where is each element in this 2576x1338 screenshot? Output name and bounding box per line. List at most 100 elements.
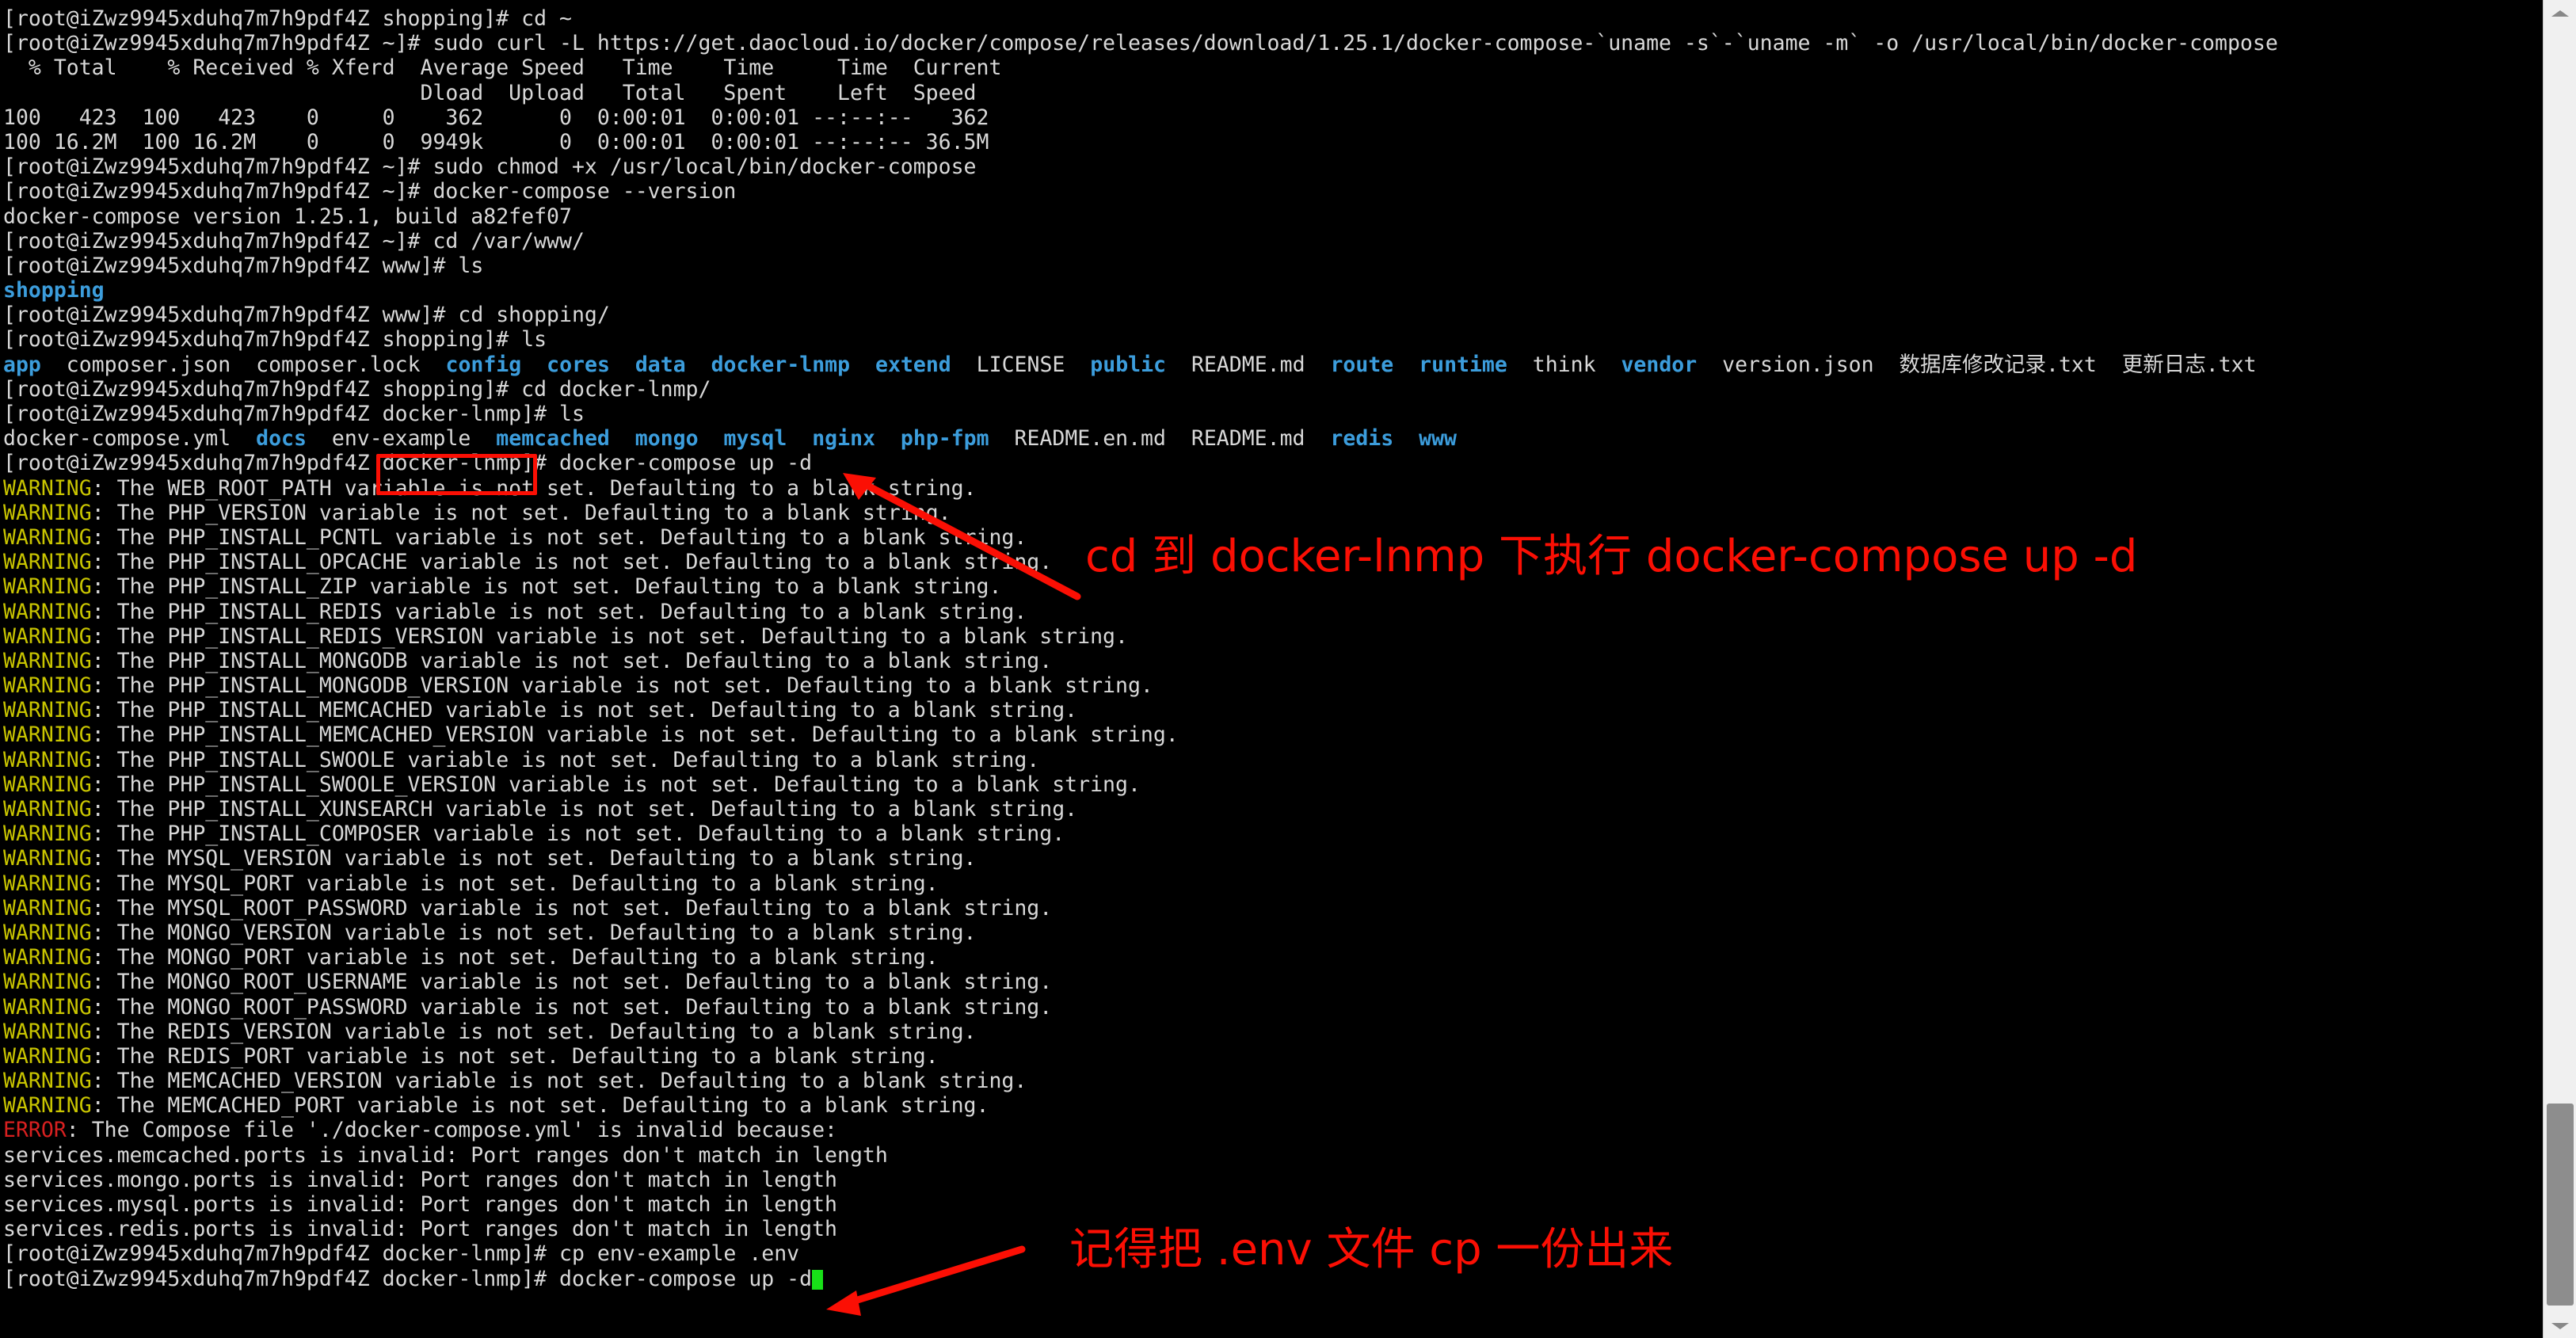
output-text: % Total % Received % Xferd Average Speed… [3, 55, 1002, 81]
ls-directory-entry: app [3, 352, 41, 377]
ls-directory-entry: public [1090, 352, 1167, 377]
warning-text: : The PHP_INSTALL_MONGODB variable is no… [91, 648, 1053, 673]
warning-text: : The PHP_INSTALL_REDIS variable is not … [91, 599, 1027, 624]
ls-file-entry: version.json [1722, 352, 1874, 377]
ls-directory-entry: shopping [3, 278, 105, 303]
warning-text: : The MONGO_ROOT_USERNAME variable is no… [91, 970, 1053, 995]
warning-text: : The PHP_INSTALL_SWOOLE variable is not… [91, 747, 1040, 772]
terminal-warning-line: WARNING: The MONGO_PORT variable is not … [3, 945, 2543, 970]
terminal-command-line: [root@iZwz9945xduhq7m7h9pdf4Z shopping]#… [3, 377, 2543, 402]
terminal-scrollbar[interactable] [2543, 0, 2576, 1338]
terminal-warning-line: WARNING: The PHP_INSTALL_SWOOLE_VERSION … [3, 772, 2543, 797]
ls-separator [1596, 353, 1621, 377]
ls-separator [1874, 353, 1900, 377]
terminal-output-line: 100 423 100 423 0 0 362 0 0:00:01 0:00:0… [3, 105, 2543, 130]
warning-text: : The PHP_INSTALL_REDIS_VERSION variable… [91, 623, 1128, 649]
shell-command: cd docker-lnmp/ [521, 376, 711, 402]
shell-command: ls [559, 402, 585, 426]
terminal-command-line: [root@iZwz9945xduhq7m7h9pdf4Z docker-lnm… [3, 1267, 2543, 1291]
ls-separator [686, 353, 711, 377]
ls-file-entry: 更新日志.txt [2121, 352, 2257, 377]
terminal-warning-line: WARNING: The MEMCACHED_PORT variable is … [3, 1093, 2543, 1118]
shell-prompt: [root@iZwz9945xduhq7m7h9pdf4Z docker-lnm… [3, 1241, 559, 1267]
warning-label: WARNING [3, 673, 92, 699]
terminal-command-line: [root@iZwz9945xduhq7m7h9pdf4Z www]# ls [3, 253, 2543, 278]
output-text: 100 423 100 423 0 0 362 0 0:00:01 0:00:0… [3, 105, 989, 130]
ls-separator [1305, 353, 1331, 377]
scroll-down-arrow-icon[interactable] [2544, 1316, 2576, 1336]
ls-directory-entry: data [634, 352, 686, 377]
terminal-command-line: [root@iZwz9945xduhq7m7h9pdf4Z ~]# sudo c… [3, 154, 2543, 179]
ls-separator [1697, 353, 1722, 377]
terminal-warning-line: WARNING: The PHP_INSTALL_ZIP variable is… [3, 574, 2543, 599]
terminal-warning-line: WARNING: The PHP_INSTALL_PCNTL variable … [3, 525, 2543, 550]
ls-file-entry: README.md [1191, 426, 1305, 452]
terminal-command-line: [root@iZwz9945xduhq7m7h9pdf4Z ~]# cd /va… [3, 229, 2543, 253]
warning-label: WARNING [3, 648, 92, 673]
shell-prompt: [root@iZwz9945xduhq7m7h9pdf4Z docker-lnm… [3, 451, 559, 476]
warning-label: WARNING [3, 722, 92, 748]
shell-prompt: [root@iZwz9945xduhq7m7h9pdf4Z ~]# [3, 31, 433, 56]
ls-directory-entry: cores [547, 352, 610, 377]
ls-separator [1166, 426, 1191, 451]
warning-label: WARNING [3, 871, 92, 896]
shell-prompt: [root@iZwz9945xduhq7m7h9pdf4Z www]# [3, 303, 459, 328]
terminal-output-area[interactable]: [root@iZwz9945xduhq7m7h9pdf4Z shopping]#… [0, 0, 2543, 1338]
warning-text: : The PHP_INSTALL_MEMCACHED_VERSION vari… [91, 722, 1179, 748]
warning-text: : The MEMCACHED_PORT variable is not set… [91, 1093, 989, 1119]
shell-command: cp env-example .env [559, 1241, 800, 1267]
warning-label: WARNING [3, 623, 92, 649]
ls-separator [1393, 426, 1419, 451]
ls-separator [2097, 353, 2122, 377]
ls-file-entry: README.en.md [1014, 426, 1166, 452]
warning-text: : The PHP_INSTALL_MEMCACHED variable is … [91, 698, 1078, 723]
ls-directory-entry: docs [256, 426, 307, 452]
warning-label: WARNING [3, 797, 92, 821]
terminal-command-line: [root@iZwz9945xduhq7m7h9pdf4Z docker-lnm… [3, 451, 2543, 475]
output-text: docker-compose version 1.25.1, build a82… [3, 204, 572, 229]
warning-label: WARNING [3, 475, 92, 501]
ls-separator [1065, 353, 1090, 377]
shell-prompt: [root@iZwz9945xduhq7m7h9pdf4Z docker-lnm… [3, 402, 559, 426]
shell-command: cd /var/www/ [433, 228, 585, 253]
warning-label: WARNING [3, 1019, 92, 1044]
warning-text: : The PHP_INSTALL_SWOOLE_VERSION variabl… [91, 772, 1141, 797]
warning-text: : The WEB_ROOT_PATH variable is not set.… [91, 475, 977, 501]
warning-label: WARNING [3, 970, 92, 995]
warning-text: : The PHP_INSTALL_OPCACHE variable is no… [91, 550, 1053, 575]
terminal-command-line: [root@iZwz9945xduhq7m7h9pdf4Z docker-lnm… [3, 1241, 2543, 1266]
warning-label: WARNING [3, 1043, 92, 1069]
terminal-warning-line: WARNING: The WEB_ROOT_PATH variable is n… [3, 476, 2543, 501]
ls-directory-entry: memcached [496, 426, 610, 452]
shell-command: cd ~ [521, 6, 572, 31]
scrollbar-thumb[interactable] [2547, 1104, 2574, 1306]
warning-text: : The REDIS_VERSION variable is not set.… [91, 1019, 977, 1044]
output-text: services.redis.ports is invalid: Port ra… [3, 1217, 837, 1242]
ls-separator [951, 353, 977, 377]
warning-text: : The PHP_INSTALL_MONGODB_VERSION variab… [91, 673, 1153, 699]
ls-directory-entry: www [1419, 426, 1457, 452]
ls-file-entry: 数据库修改记录.txt [1899, 352, 2097, 377]
terminal-command-line: [root@iZwz9945xduhq7m7h9pdf4Z ~]# docker… [3, 179, 2543, 204]
ls-file-entry: think [1532, 352, 1596, 377]
terminal-warning-line: WARNING: The MEMCACHED_VERSION variable … [3, 1069, 2543, 1093]
ls-separator [231, 353, 256, 377]
shell-command: docker-compose --version [433, 179, 737, 204]
warning-label: WARNING [3, 524, 92, 550]
terminal-command-line: [root@iZwz9945xduhq7m7h9pdf4Z shopping]#… [3, 327, 2543, 352]
ls-separator [850, 353, 875, 377]
warning-label: WARNING [3, 772, 92, 797]
warning-label: WARNING [3, 500, 92, 525]
warning-text: : The PHP_INSTALL_PCNTL variable is not … [91, 524, 1027, 550]
ls-separator [521, 353, 547, 377]
warning-label: WARNING [3, 895, 92, 921]
terminal-warning-line: WARNING: The PHP_INSTALL_OPCACHE variabl… [3, 550, 2543, 574]
scroll-up-arrow-icon[interactable] [2544, 3, 2576, 24]
ls-separator [41, 353, 67, 377]
warning-text: : The PHP_INSTALL_XUNSEARCH variable is … [91, 797, 1078, 821]
shell-prompt: [root@iZwz9945xduhq7m7h9pdf4Z ~]# [3, 228, 433, 253]
ls-directory-entry: mysql [723, 426, 787, 452]
terminal-ls-output: app composer.json composer.lock config c… [3, 353, 2543, 377]
shell-prompt: [root@iZwz9945xduhq7m7h9pdf4Z shopping]# [3, 327, 522, 353]
output-text: services.memcached.ports is invalid: Por… [3, 1142, 888, 1168]
